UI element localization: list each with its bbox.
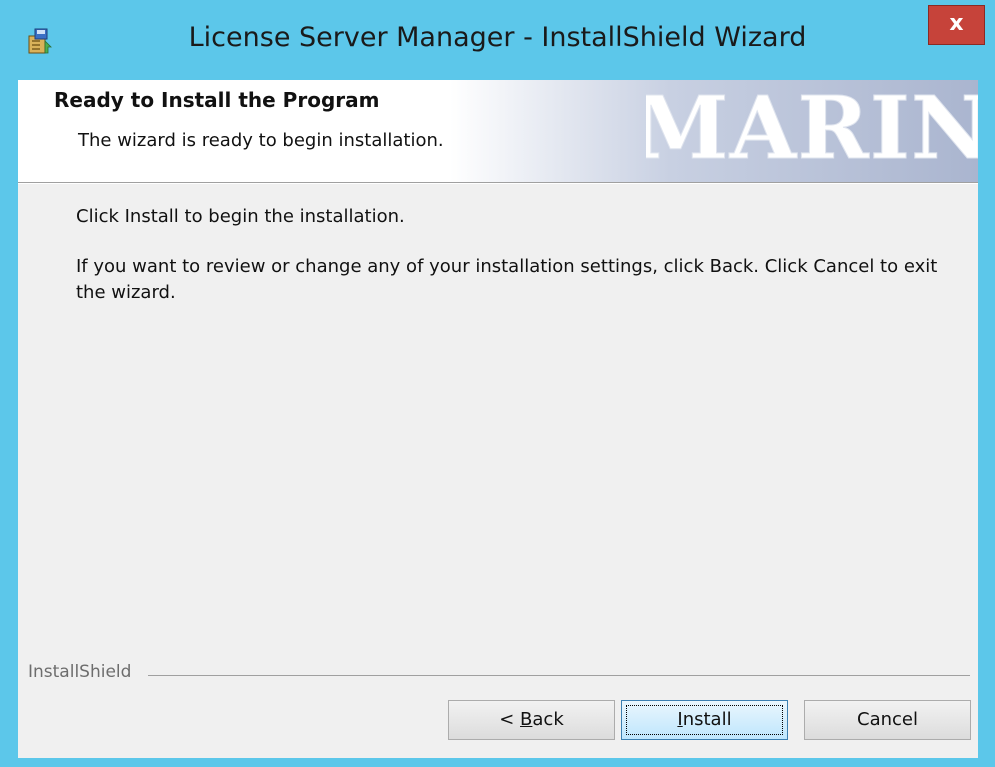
wizard-banner: Ready to Install the Program The wizard … bbox=[18, 78, 978, 182]
banner-divider bbox=[18, 182, 978, 184]
back-mnemonic: B bbox=[520, 709, 533, 730]
review-text: If you want to review or change any of y… bbox=[76, 256, 938, 303]
marin-logo: MARIN bbox=[646, 78, 978, 177]
installshield-label: InstallShield bbox=[28, 662, 140, 682]
focus-rectangle bbox=[626, 705, 783, 735]
back-prefix: < bbox=[499, 709, 521, 730]
wizard-client-area: Ready to Install the Program The wizard … bbox=[18, 78, 978, 758]
brand-divider bbox=[148, 675, 970, 676]
close-button[interactable]: x bbox=[928, 5, 985, 45]
title-bar[interactable]: License Server Manager - InstallShield W… bbox=[0, 0, 995, 80]
banner-subheading: The wizard is ready to begin installatio… bbox=[78, 130, 444, 151]
logo-text: MARIN bbox=[646, 78, 978, 176]
banner-heading: Ready to Install the Program bbox=[54, 88, 380, 112]
brand-row: InstallShield bbox=[28, 662, 970, 688]
instruction-text: Click Install to begin the installation. bbox=[76, 206, 405, 227]
install-button[interactable]: Install bbox=[621, 700, 788, 740]
back-label: ack bbox=[532, 709, 564, 730]
cancel-label: Cancel bbox=[857, 709, 918, 730]
cancel-button[interactable]: Cancel bbox=[804, 700, 971, 740]
close-icon: x bbox=[949, 11, 964, 36]
window-title: License Server Manager - InstallShield W… bbox=[188, 22, 807, 53]
back-button[interactable]: < Back bbox=[448, 700, 615, 740]
